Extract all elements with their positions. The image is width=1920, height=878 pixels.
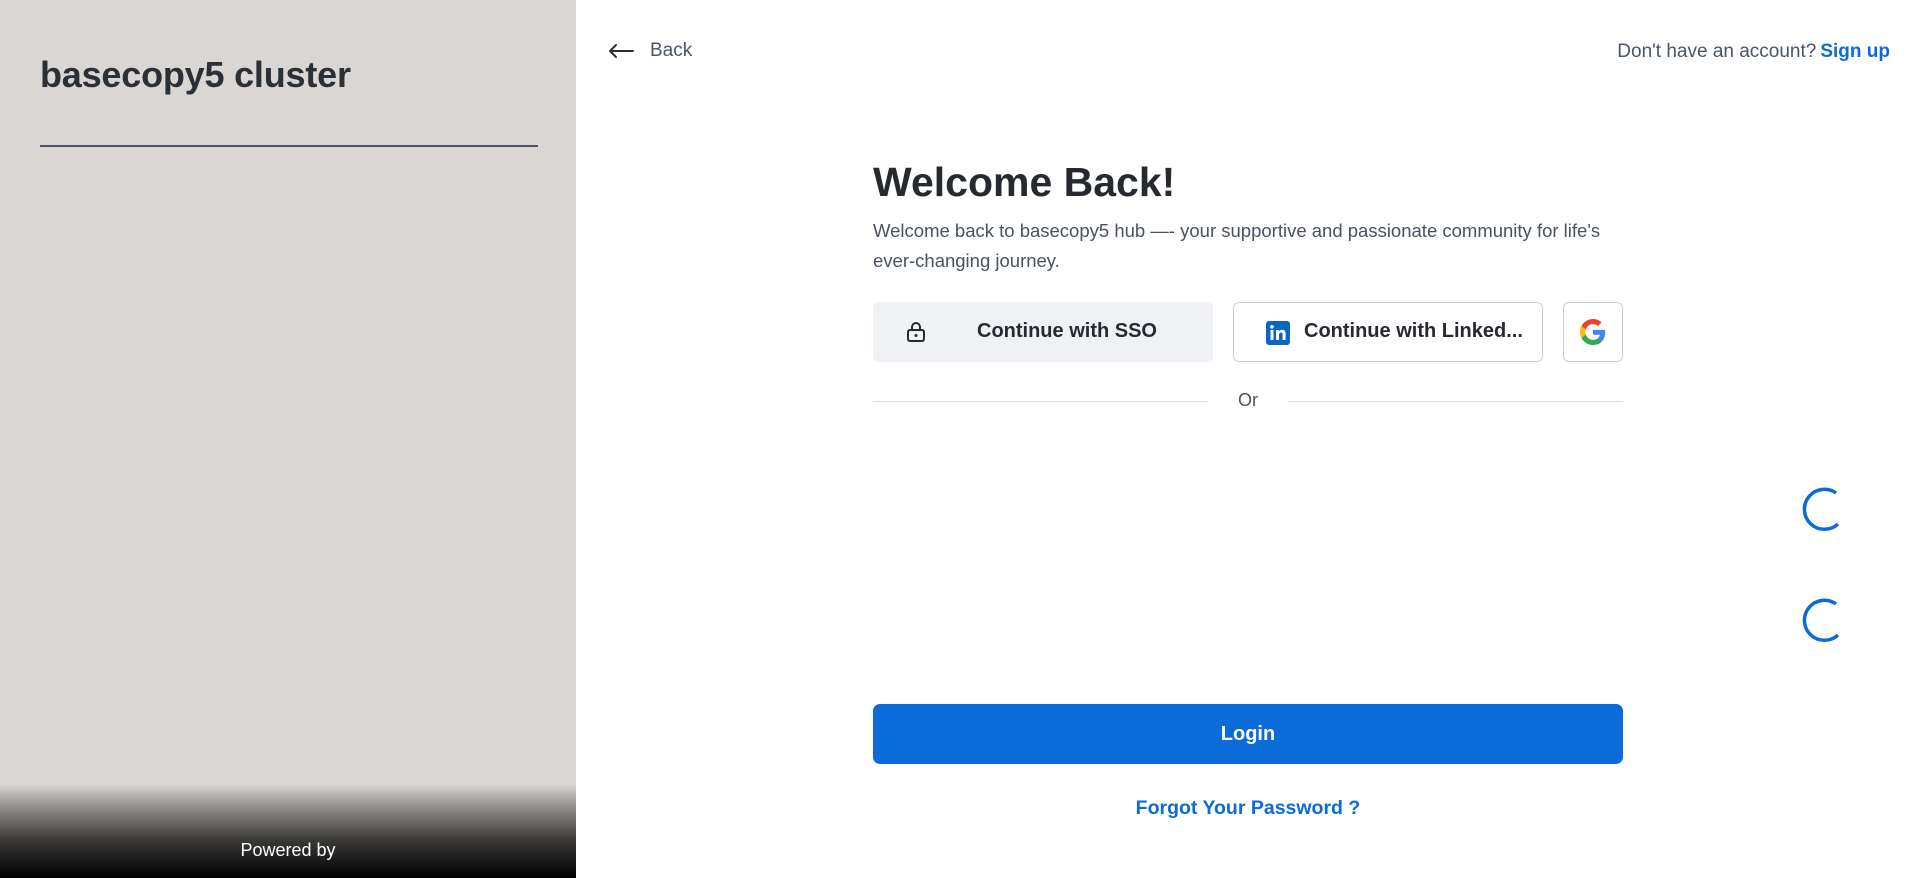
sso-button[interactable]: Continue with SSO [873, 302, 1213, 362]
title-divider [40, 145, 538, 147]
sso-button-label: Continue with SSO [977, 320, 1157, 342]
back-label: Back [650, 40, 693, 61]
or-label: Or [1238, 390, 1258, 410]
linkedin-button-label: Continue with Linked... [1304, 320, 1523, 342]
page-title: Welcome Back! [873, 159, 1176, 205]
cluster-title: basecopy5 cluster [40, 54, 351, 95]
welcome-subtitle: Welcome back to basecopy5 hub —- your su… [873, 220, 1601, 271]
signup-prompt: Don't have an account? Sign up [1617, 41, 1890, 63]
google-button[interactable] [1563, 302, 1623, 362]
login-form: Welcome Back! Welcome back to basecopy5 … [873, 156, 1623, 415]
forgot-password-link[interactable]: Forgot Your Password ? [873, 797, 1623, 820]
linkedin-icon [1266, 321, 1290, 345]
spinner-icon [1802, 598, 1840, 643]
login-button[interactable]: Login [873, 704, 1623, 764]
lock-icon [907, 322, 925, 342]
powered-by-text: Powered by [240, 840, 336, 860]
arrow-left-icon [609, 44, 634, 58]
back-button[interactable]: Back [608, 40, 692, 62]
linkedin-button[interactable]: Continue with Linked... [1233, 302, 1543, 362]
oauth-buttons: Continue with SSO Continue with Linked..… [873, 302, 1623, 362]
signup-link[interactable]: Sign up [1820, 41, 1890, 62]
or-divider: Or [873, 389, 1623, 415]
account-prompt-text: Don't have an account? [1617, 41, 1817, 62]
brand-panel: basecopy5 cluster Powered by [0, 0, 576, 878]
powered-footer: Powered by [0, 784, 576, 878]
spinner-icon [1802, 487, 1840, 532]
google-icon [1580, 319, 1606, 345]
